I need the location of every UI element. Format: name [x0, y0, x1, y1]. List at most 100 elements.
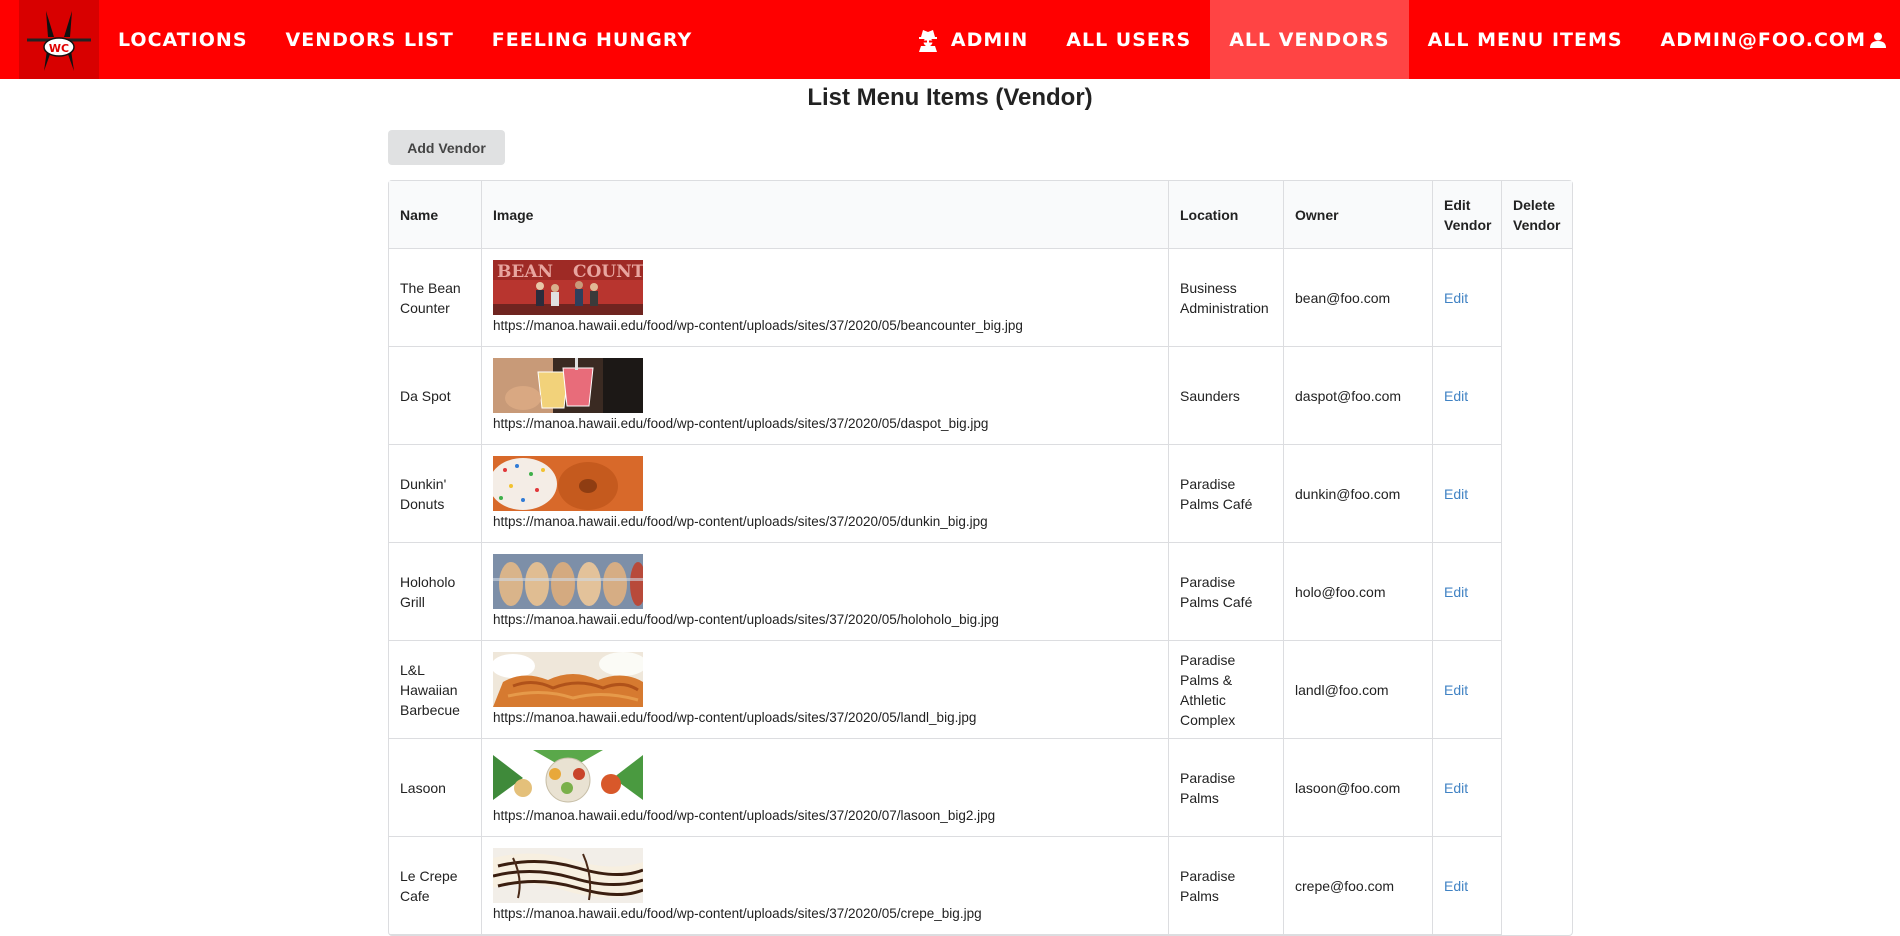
cell-location: Paradise Palms	[1169, 837, 1284, 935]
nav-admin[interactable]: Admin	[898, 0, 1047, 79]
cell-image: https://manoa.hawaii.edu/food/wp-content…	[482, 641, 1169, 739]
edit-vendor-link[interactable]: Edit	[1444, 486, 1468, 502]
cell-image: BEAN COUNT https://manoa.hawaii.edu/food…	[482, 249, 1169, 347]
table-row: Le Crepe Cafe https://manoa.hawaii.edu/f…	[389, 837, 1572, 935]
cell-name: Le Crepe Cafe	[389, 837, 482, 935]
edit-vendor-link[interactable]: Edit	[1444, 584, 1468, 600]
cell-name: The Bean Counter	[389, 249, 482, 347]
table-row: Lasoon https://manoa.hawaii.edu/food/wp-…	[389, 739, 1572, 837]
header-delete-vendor[interactable]: Delete Vendor	[1502, 181, 1572, 249]
edit-vendor-link[interactable]: Edit	[1444, 682, 1468, 698]
cell-location: Paradise Palms Café	[1169, 543, 1284, 641]
cell-delete	[1502, 249, 1572, 347]
nav-all-users[interactable]: All Users	[1047, 0, 1210, 79]
table-row: The Bean Counter BEAN COUNT https://mano…	[389, 249, 1572, 347]
cell-edit: Edit	[1433, 543, 1502, 641]
cell-name: Dunkin' Donuts	[389, 445, 482, 543]
nav-right-group: Admin All Users All Vendors All Menu Ite…	[898, 0, 1900, 79]
table-header-row: Name Image Location Owner Edit Vendor De…	[389, 181, 1572, 249]
vendor-thumbnail	[493, 651, 643, 707]
cell-delete	[1502, 739, 1572, 837]
add-vendor-button[interactable]: Add Vendor	[388, 130, 505, 165]
cell-image: https://manoa.hawaii.edu/food/wp-content…	[482, 739, 1169, 837]
cell-edit: Edit	[1433, 249, 1502, 347]
svg-text:COUNT: COUNT	[573, 262, 643, 282]
site-logo[interactable]: WC	[19, 0, 99, 79]
edit-vendor-link[interactable]: Edit	[1444, 780, 1468, 796]
cell-name: Da Spot	[389, 347, 482, 445]
nav-user-dropdown[interactable]: admin@foo.com	[1642, 0, 1900, 79]
cell-owner: bean@foo.com	[1284, 249, 1433, 347]
cell-image: https://manoa.hawaii.edu/food/wp-content…	[482, 347, 1169, 445]
nav-all-menu-items[interactable]: All Menu Items	[1409, 0, 1642, 79]
cell-delete	[1502, 837, 1572, 935]
vendor-thumbnail	[493, 749, 643, 805]
header-location[interactable]: Location	[1169, 181, 1284, 249]
table-row: Da Spot https://manoa.hawaii.edu/food/wp…	[389, 347, 1572, 445]
cell-owner: dunkin@foo.com	[1284, 445, 1433, 543]
table-row: Dunkin' Donuts https://manoa.hawaii.edu/…	[389, 445, 1572, 543]
cell-owner: lasoon@foo.com	[1284, 739, 1433, 837]
header-name[interactable]: Name	[389, 181, 482, 249]
cell-edit: Edit	[1433, 641, 1502, 739]
cell-image-url: https://manoa.hawaii.edu/food/wp-content…	[493, 709, 977, 725]
chopsticks-logo-icon: WC	[27, 10, 91, 71]
cell-image: https://manoa.hawaii.edu/food/wp-content…	[482, 445, 1169, 543]
table-row: Holoholo Grill https://manoa.hawaii.edu/…	[389, 543, 1572, 641]
cell-location: Paradise Palms	[1169, 739, 1284, 837]
cell-location: Paradise Palms Café	[1169, 445, 1284, 543]
cell-location: Paradise Palms & Athletic Complex	[1169, 641, 1284, 739]
cell-edit: Edit	[1433, 347, 1502, 445]
nav-user-label: admin@foo.com	[1660, 28, 1866, 51]
cell-edit: Edit	[1433, 739, 1502, 837]
vendors-table-wrapper: Name Image Location Owner Edit Vendor De…	[388, 180, 1573, 936]
cell-location: Saunders	[1169, 347, 1284, 445]
cell-delete	[1502, 445, 1572, 543]
cell-name: L&L Hawaiian Barbecue	[389, 641, 482, 739]
nav-left-group: Locations Vendors List Feeling Hungry	[99, 0, 711, 79]
cell-delete	[1502, 543, 1572, 641]
edit-vendor-link[interactable]: Edit	[1444, 290, 1468, 306]
cell-image-url: https://manoa.hawaii.edu/food/wp-content…	[493, 807, 996, 823]
cell-owner: landl@foo.com	[1284, 641, 1433, 739]
table-row: L&L Hawaiian Barbecue https://manoa.hawa…	[389, 641, 1572, 739]
cell-delete	[1502, 641, 1572, 739]
vendors-table: Name Image Location Owner Edit Vendor De…	[388, 180, 1573, 936]
svg-text:WC: WC	[49, 42, 69, 55]
header-edit-vendor[interactable]: Edit Vendor	[1433, 181, 1502, 249]
page-title: List Menu Items (Vendor)	[807, 84, 1093, 111]
edit-vendor-link[interactable]: Edit	[1444, 878, 1468, 894]
vendor-thumbnail: BEAN COUNT	[493, 259, 643, 315]
vendor-thumbnail	[493, 553, 643, 609]
cell-location: Business Administration	[1169, 249, 1284, 347]
cell-image-url: https://manoa.hawaii.edu/food/wp-content…	[493, 513, 988, 529]
vendor-thumbnail	[493, 455, 643, 511]
cell-image-url: https://manoa.hawaii.edu/food/wp-content…	[493, 317, 1023, 333]
vendor-thumbnail	[493, 847, 643, 903]
nav-all-vendors[interactable]: All Vendors	[1210, 0, 1409, 79]
header-owner[interactable]: Owner	[1284, 181, 1433, 249]
cell-owner: daspot@foo.com	[1284, 347, 1433, 445]
svg-text:BEAN: BEAN	[497, 262, 553, 282]
cell-owner: holo@foo.com	[1284, 543, 1433, 641]
cell-image: https://manoa.hawaii.edu/food/wp-content…	[482, 543, 1169, 641]
vendor-thumbnail	[493, 357, 643, 413]
cell-image-url: https://manoa.hawaii.edu/food/wp-content…	[493, 611, 999, 627]
cell-name: Lasoon	[389, 739, 482, 837]
header-image[interactable]: Image	[482, 181, 1169, 249]
cell-image: https://manoa.hawaii.edu/food/wp-content…	[482, 837, 1169, 935]
nav-feeling-hungry[interactable]: Feeling Hungry	[473, 0, 711, 79]
cell-image-url: https://manoa.hawaii.edu/food/wp-content…	[493, 415, 989, 431]
user-icon	[1870, 32, 1886, 48]
nav-vendors-list[interactable]: Vendors List	[267, 0, 473, 79]
nav-admin-label: Admin	[950, 28, 1029, 51]
cell-image-url: https://manoa.hawaii.edu/food/wp-content…	[493, 905, 982, 921]
cell-name: Holoholo Grill	[389, 543, 482, 641]
cell-edit: Edit	[1433, 445, 1502, 543]
cell-owner: crepe@foo.com	[1284, 837, 1433, 935]
user-secret-icon	[917, 28, 939, 52]
cell-delete	[1502, 347, 1572, 445]
edit-vendor-link[interactable]: Edit	[1444, 388, 1468, 404]
nav-locations[interactable]: Locations	[99, 0, 267, 79]
top-navbar: WC Locations Vendors List Feeling Hungry…	[0, 0, 1900, 79]
